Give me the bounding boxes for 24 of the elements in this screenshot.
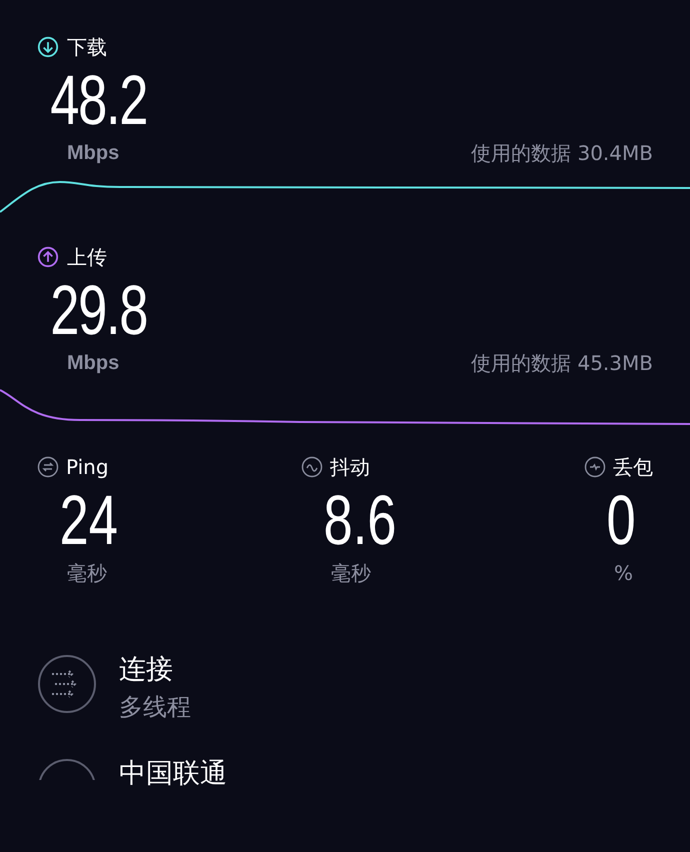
detail-title: 中国联通 <box>119 758 227 790</box>
metric-value: 8.6 <box>322 482 396 558</box>
data-used: 使用的数据 30.4MB <box>471 140 653 167</box>
metric-label: 丢包 <box>613 454 653 481</box>
metric-label: Ping <box>66 454 109 481</box>
metric-label: 抖动 <box>330 454 370 481</box>
pulse-icon <box>584 456 606 478</box>
speed-value: 48.2 <box>49 62 148 138</box>
speed-label: 上传 <box>67 244 107 271</box>
metric-unit: % <box>613 560 634 587</box>
metric-value: 24 <box>58 482 118 558</box>
metric-value: 0 <box>606 482 636 558</box>
metric-unit: 毫秒 <box>330 560 372 587</box>
speed-unit: Mbps <box>67 141 120 166</box>
speed-value: 29.8 <box>49 272 148 348</box>
arrows-icon <box>37 654 97 714</box>
data-used: 使用的数据 45.3MB <box>471 350 653 377</box>
speed-unit: Mbps <box>67 351 120 376</box>
ping-icon <box>37 456 59 478</box>
metric-unit: 毫秒 <box>66 560 108 587</box>
wave-icon <box>300 456 323 478</box>
detail-subtitle: 多线程 <box>119 692 191 722</box>
speed-label: 下载 <box>67 34 107 61</box>
detail-title: 连接 <box>119 654 174 686</box>
